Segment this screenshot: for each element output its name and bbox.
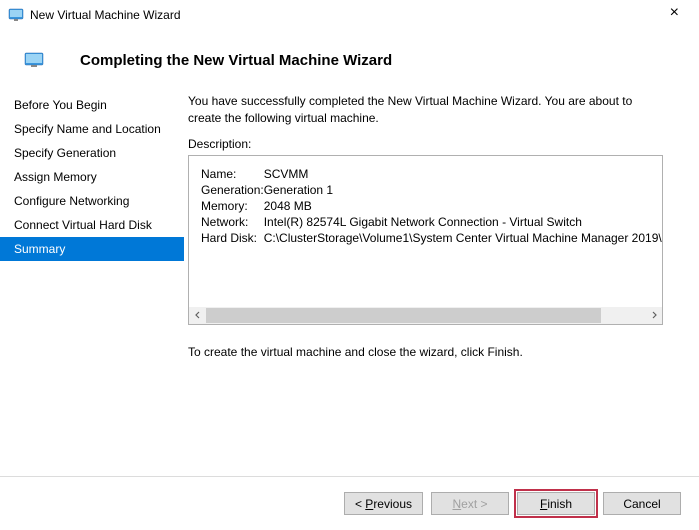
wizard-step[interactable]: Connect Virtual Hard Disk: [0, 213, 184, 237]
window-title: New Virtual Machine Wizard: [30, 8, 181, 22]
scroll-track[interactable]: [206, 307, 645, 324]
close-icon[interactable]: ×: [662, 4, 687, 22]
monitor-icon: [24, 52, 44, 68]
scroll-left-arrow[interactable]: [189, 307, 206, 324]
summary-value: C:\ClusterStorage\Volume1\System Center …: [264, 230, 663, 246]
finish-button[interactable]: Finish: [517, 492, 595, 515]
wizard-header: Completing the New Virtual Machine Wizar…: [0, 30, 699, 91]
summary-key: Name:: [201, 166, 264, 182]
summary-value: Intel(R) 82574L Gigabit Network Connecti…: [264, 214, 663, 230]
next-button: Next >: [431, 492, 509, 515]
summary-key: Memory:: [201, 198, 264, 214]
summary-table: Name:SCVMMGeneration:Generation 1Memory:…: [201, 166, 663, 246]
titlebar: New Virtual Machine Wizard ×: [0, 0, 699, 30]
intro-text: You have successfully completed the New …: [188, 91, 658, 127]
closing-text: To create the virtual machine and close …: [188, 345, 685, 359]
horizontal-scrollbar[interactable]: [189, 307, 662, 324]
wizard-steps: Before You BeginSpecify Name and Locatio…: [0, 91, 184, 461]
scroll-thumb[interactable]: [206, 308, 601, 323]
summary-value: Generation 1: [264, 182, 663, 198]
summary-key: Generation:: [201, 182, 264, 198]
description-box: Name:SCVMMGeneration:Generation 1Memory:…: [188, 155, 663, 325]
previous-button[interactable]: < Previous: [344, 492, 423, 515]
wizard-step[interactable]: Summary: [0, 237, 184, 261]
wizard-footer: < Previous Next > Finish Cancel: [0, 476, 699, 530]
table-row: Name:SCVMM: [201, 166, 663, 182]
wizard-step[interactable]: Before You Begin: [0, 93, 184, 117]
cancel-button[interactable]: Cancel: [603, 492, 681, 515]
main-panel: You have successfully completed the New …: [184, 91, 699, 461]
summary-key: Network:: [201, 214, 264, 230]
wizard-step[interactable]: Specify Generation: [0, 141, 184, 165]
wizard-step[interactable]: Assign Memory: [0, 165, 184, 189]
summary-key: Hard Disk:: [201, 230, 264, 246]
scroll-right-arrow[interactable]: [645, 307, 662, 324]
table-row: Network:Intel(R) 82574L Gigabit Network …: [201, 214, 663, 230]
wizard-step[interactable]: Configure Networking: [0, 189, 184, 213]
table-row: Memory:2048 MB: [201, 198, 663, 214]
summary-value: 2048 MB: [264, 198, 663, 214]
monitor-icon: [8, 7, 24, 23]
page-title: Completing the New Virtual Machine Wizar…: [80, 52, 699, 69]
table-row: Generation:Generation 1: [201, 182, 663, 198]
description-label: Description:: [188, 137, 685, 151]
summary-value: SCVMM: [264, 166, 663, 182]
table-row: Hard Disk:C:\ClusterStorage\Volume1\Syst…: [201, 230, 663, 246]
wizard-step[interactable]: Specify Name and Location: [0, 117, 184, 141]
